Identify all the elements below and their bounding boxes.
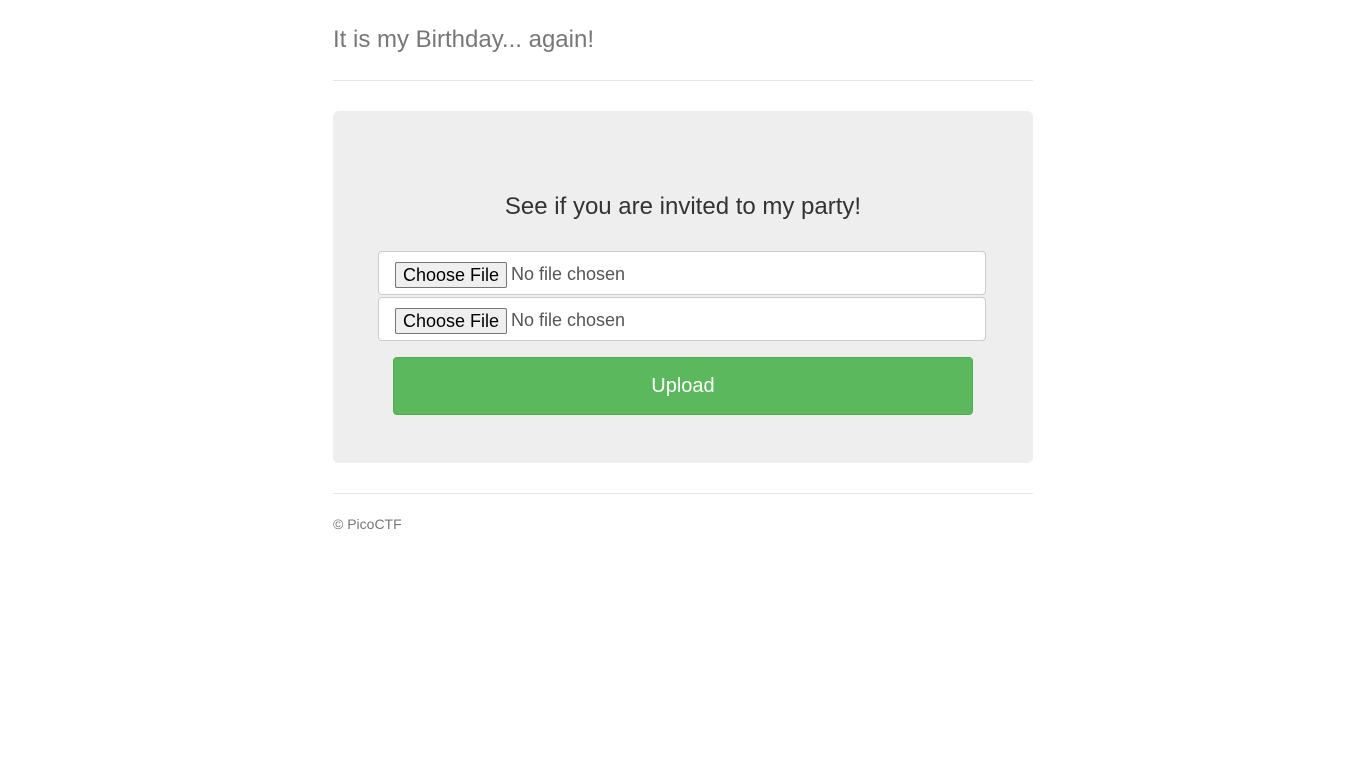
file-status-1: No file chosen — [511, 264, 626, 284]
upload-button[interactable]: Upload — [393, 357, 973, 415]
choose-file-button-2[interactable]: Choose File — [395, 308, 508, 334]
file-status-2: No file chosen — [511, 310, 626, 330]
file-input-2[interactable]: Choose File No file chosen — [378, 297, 986, 341]
page-header: It is my Birthday... again! — [333, 0, 1033, 81]
page-container: It is my Birthday... again! — [333, 0, 1033, 81]
file-input-1[interactable]: Choose File No file chosen — [378, 251, 986, 295]
invite-heading: See if you are invited to my party! — [504, 193, 862, 220]
site-title: It is my Birthday... again! — [333, 26, 594, 53]
choose-file-button-1[interactable]: Choose File — [395, 262, 508, 288]
copyright-text: © PicoCTF — [333, 516, 402, 532]
page-footer: © PicoCTF — [333, 493, 1033, 532]
